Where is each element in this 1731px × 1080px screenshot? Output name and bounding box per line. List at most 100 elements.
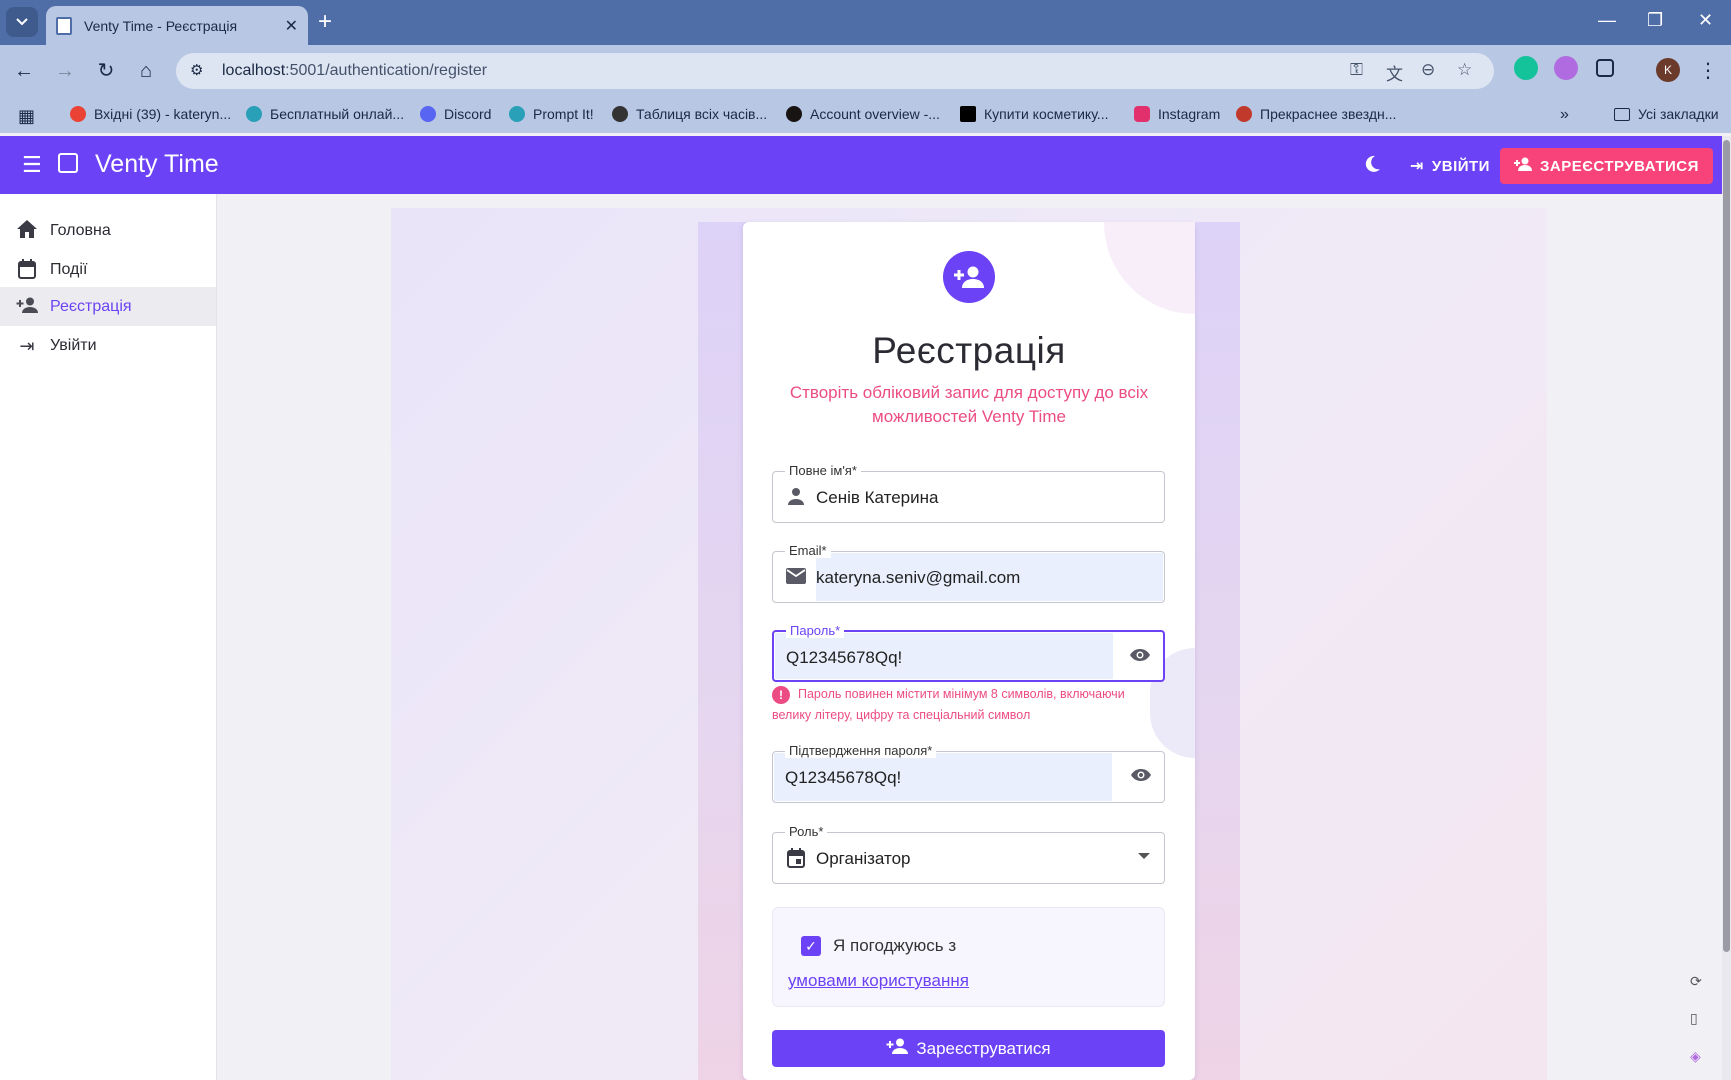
bookmark-item[interactable]: Прекраснее звездн... [1236, 106, 1396, 122]
sidebar: Головна Події Реєстрація ⇥ Увійти [0, 194, 217, 1080]
agree-label: Я погоджуюсь з [833, 936, 957, 955]
instagram-icon [1134, 106, 1150, 122]
bookmark-item[interactable]: Prompt It! [509, 106, 594, 122]
tab-close-icon[interactable]: ✕ [285, 16, 298, 36]
more-bookmarks-icon[interactable]: » [1560, 106, 1569, 124]
tab-search-button[interactable] [6, 7, 38, 37]
restore-icon[interactable]: ❐ [1647, 10, 1663, 31]
page-favicon-icon [56, 16, 72, 35]
confirm-password-field[interactable]: Підтвердження пароля* Q12345678Qq! [772, 743, 1165, 803]
page-title: Реєстрація [872, 330, 1066, 371]
back-button[interactable]: ← [12, 59, 36, 83]
app-header: ☰ Venty Time ⇥ УВІЙТИ ЗАРЕЄСТРУВАТИСЯ [0, 136, 1722, 194]
calendar-icon [785, 848, 807, 870]
dark-mode-toggle-icon[interactable] [1362, 154, 1382, 179]
menu-icon[interactable]: ☰ [22, 152, 42, 178]
bookmark-icon [1236, 106, 1252, 122]
browser-menu-icon[interactable]: ⋮ [1696, 59, 1720, 83]
submit-register-button[interactable]: Зареєструватися [772, 1030, 1165, 1067]
all-bookmarks-folder[interactable]: Усі закладки [1614, 106, 1719, 122]
site-info-icon[interactable]: ⚙ [190, 61, 210, 81]
dropdown-arrow-icon[interactable] [1138, 853, 1150, 859]
grammarly-extension-icon[interactable] [1514, 56, 1538, 80]
register-button[interactable]: ЗАРЕЄСТРУВАТИСЯ [1500, 148, 1713, 184]
apps-grid-icon[interactable]: ▦ [18, 106, 35, 127]
page-subtitle: Створіть обліковий запис для доступу до … [789, 383, 1149, 426]
browser-tab-bar: Venty Time - Реєстрація ✕ + — ❐ ✕ [0, 0, 1731, 45]
browser-tab[interactable]: Venty Time - Реєстрація ✕ [46, 6, 308, 45]
address-bar-row: ← → ↻ ⌂ ⚙ localhost:5001/authentication/… [0, 45, 1731, 97]
translate-icon[interactable]: 文 [1386, 60, 1403, 85]
person-add-avatar-icon [943, 251, 995, 303]
home-icon [16, 219, 38, 242]
agree-checkbox[interactable]: ✓ [801, 936, 821, 956]
terms-link[interactable]: умовами користування [788, 971, 969, 991]
url-path: :5001/authentication/register [285, 62, 488, 79]
bookmark-item[interactable]: Купити косметику... [960, 106, 1108, 122]
scrollbar-thumb[interactable] [1723, 140, 1730, 952]
new-tab-button[interactable]: + [318, 10, 332, 34]
app-brand: Venty Time [95, 150, 219, 178]
window-close-icon[interactable]: ✕ [1698, 10, 1713, 31]
password-error-message: ! Пароль повинен містити мінімум 8 символ… [772, 685, 1125, 722]
full-name-value: Сенів Катерина [816, 488, 939, 507]
bookmark-item[interactable]: Instagram [1134, 106, 1220, 122]
url-input[interactable]: ⚙ localhost:5001/authentication/register… [176, 53, 1494, 89]
sidebar-item-login[interactable]: ⇥ Увійти [0, 326, 216, 365]
show-password-eye-icon[interactable] [1129, 646, 1151, 667]
terms-box: ✓ Я погоджуюсь з умовами користування [772, 907, 1165, 1007]
bookmark-item[interactable]: Вхідні (39) - kateryn... [70, 106, 231, 122]
password-label: Пароль* [786, 623, 845, 638]
url-host: localhost [222, 62, 286, 79]
login-icon: ⇥ [1410, 158, 1424, 175]
full-name-label: Повне ім'я* [785, 463, 861, 478]
person-add-icon [886, 1038, 909, 1059]
bookmark-icon [960, 106, 976, 122]
bookmark-icon [509, 106, 525, 122]
password-value: Q12345678Qq! [786, 648, 903, 667]
reload-button[interactable]: ↻ [94, 59, 118, 83]
confirm-password-label: Підтвердження пароля* [785, 743, 937, 758]
bookmark-item[interactable]: Account overview -... [786, 106, 940, 122]
reading-mode-icon[interactable]: ▯ [1690, 1010, 1698, 1027]
password-field[interactable]: Пароль* Q12345678Qq! [772, 623, 1165, 682]
home-button[interactable]: ⌂ [134, 59, 158, 83]
bookmark-item[interactable]: Discord [420, 106, 491, 122]
spotify-icon [786, 106, 802, 122]
login-button[interactable]: ⇥ УВІЙТИ [1396, 148, 1504, 184]
minimize-icon[interactable]: — [1598, 10, 1616, 31]
gw-icon [612, 106, 628, 122]
bookmark-icon [246, 106, 262, 122]
brain-extension-icon[interactable] [1554, 56, 1578, 80]
calendar-icon [16, 258, 38, 281]
bookmark-item[interactable]: Таблиця всіх часів... [612, 106, 767, 122]
login-icon: ⇥ [19, 335, 35, 356]
forward-button[interactable]: → [53, 59, 77, 83]
role-label: Роль* [785, 824, 828, 839]
profile-avatar[interactable]: K [1656, 58, 1680, 82]
bookmark-item[interactable]: Бесплатный онлай... [246, 106, 404, 122]
show-confirm-password-eye-icon[interactable] [1130, 766, 1152, 787]
sidebar-item-home[interactable]: Головна [0, 211, 216, 250]
email-field[interactable]: Email* kateryna.seniv@gmail.com [772, 543, 1165, 603]
person-add-icon [16, 296, 38, 318]
bookmarks-bar: ▦ Вхідні (39) - kateryn... Бесплатный он… [0, 97, 1731, 133]
email-value: kateryna.seniv@gmail.com [816, 568, 1021, 587]
error-icon: ! [772, 685, 790, 704]
mail-icon [785, 567, 807, 589]
tab-title: Venty Time - Реєстрація [84, 17, 238, 34]
confirm-password-value: Q12345678Qq! [785, 768, 902, 787]
zoom-icon[interactable]: ⊖ [1421, 60, 1435, 80]
lens-icon[interactable]: ⟳ [1690, 973, 1702, 990]
person-add-icon [1514, 157, 1532, 176]
role-select[interactable]: Роль* Організатор [772, 824, 1165, 884]
assistant-icon[interactable]: ◈ [1690, 1048, 1701, 1065]
extensions-puzzle-icon[interactable] [1596, 59, 1614, 77]
full-name-field[interactable]: Повне ім'я* Сенів Катерина [772, 463, 1165, 523]
sidebar-item-events[interactable]: Події [0, 250, 216, 289]
gmail-icon [70, 106, 86, 122]
sidebar-item-registration[interactable]: Реєстрація [0, 287, 216, 326]
email-label: Email* [785, 543, 831, 558]
password-key-icon[interactable]: ⚿ [1350, 60, 1363, 80]
bookmark-star-icon[interactable]: ☆ [1457, 60, 1472, 80]
